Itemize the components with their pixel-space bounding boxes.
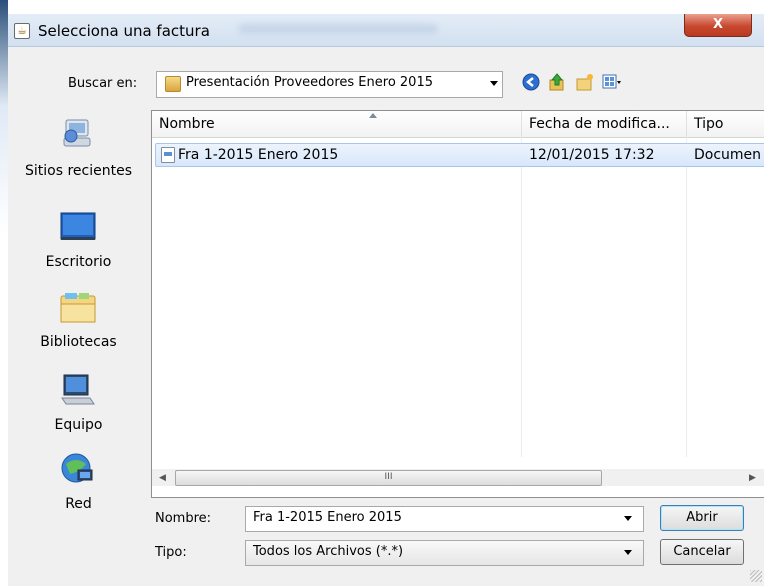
back-icon[interactable] xyxy=(521,72,541,92)
cancel-button[interactable]: Cancelar xyxy=(660,539,744,565)
scroll-left-icon[interactable]: ◀ xyxy=(159,473,166,483)
new-folder-icon[interactable] xyxy=(575,72,595,92)
java-app-icon: ☕ xyxy=(14,23,30,39)
resize-grip[interactable] xyxy=(750,570,762,582)
place-label-computer: Equipo xyxy=(54,417,103,433)
libraries-icon xyxy=(60,290,96,326)
place-label-desktop: Escritorio xyxy=(45,254,112,270)
column-guide xyxy=(686,137,687,457)
file-modified-cell: 12/01/2015 17:32 xyxy=(529,147,655,163)
chevron-down-icon xyxy=(490,81,498,86)
column-header-modified[interactable]: Fecha de modifica... xyxy=(522,111,686,138)
look-in-combo[interactable]: Presentación Proveedores Enero 2015 xyxy=(156,71,503,98)
document-file-icon xyxy=(161,147,175,163)
place-label-network: Red xyxy=(65,496,92,512)
file-type-label: Tipo: xyxy=(155,545,187,560)
up-folder-icon[interactable] xyxy=(547,72,567,92)
chevron-down-icon xyxy=(624,550,632,555)
desktop-icon xyxy=(60,209,96,245)
chevron-down-icon[interactable] xyxy=(624,516,632,521)
place-desktop[interactable]: Escritorio xyxy=(8,209,149,289)
dialog-title: Selecciona una factura xyxy=(38,22,210,40)
sort-ascending-icon xyxy=(369,113,377,118)
file-type-value: Todos los Archivos (*.*) xyxy=(253,544,404,559)
file-name-label: Nombre: xyxy=(155,511,212,526)
place-label-recent: Sitios recientes xyxy=(25,163,132,179)
file-type-select[interactable]: Todos los Archivos (*.*) xyxy=(245,540,644,566)
scroll-right-icon[interactable]: ▶ xyxy=(749,473,756,483)
view-menu-icon[interactable] xyxy=(602,72,622,92)
open-button[interactable]: Abrir xyxy=(660,505,744,531)
recent-places-icon xyxy=(60,116,96,152)
scroll-thumb[interactable]: III xyxy=(175,470,602,486)
place-libraries[interactable]: Bibliotecas xyxy=(8,290,149,370)
place-network[interactable]: Red xyxy=(8,452,149,532)
desktop-background xyxy=(0,0,8,586)
look-in-value: Presentación Proveedores Enero 2015 xyxy=(186,75,433,90)
file-row[interactable]: Fra 1-2015 Enero 2015 12/01/2015 17:32 D… xyxy=(155,143,764,167)
place-label-libraries: Bibliotecas xyxy=(40,334,117,350)
column-header-name[interactable]: Nombre xyxy=(152,111,521,138)
folder-icon xyxy=(165,76,181,92)
file-name-input[interactable]: Fra 1-2015 Enero 2015 xyxy=(245,506,644,532)
place-computer[interactable]: Equipo xyxy=(8,372,149,452)
column-guide xyxy=(521,137,522,457)
file-name-value: Fra 1-2015 Enero 2015 xyxy=(253,510,402,525)
place-recent[interactable]: Sitios recientes xyxy=(8,116,149,196)
file-type-cell: Documen xyxy=(694,147,762,163)
file-name-cell: Fra 1-2015 Enero 2015 xyxy=(178,147,339,163)
places-bar: Sitios recientes Escritorio Bibliotecas … xyxy=(8,104,149,512)
horizontal-scrollbar[interactable]: ◀ III ▶ xyxy=(152,469,764,486)
title-bar: ☕ Selecciona una factura X xyxy=(8,14,764,47)
computer-icon xyxy=(60,372,96,408)
file-list[interactable]: Nombre Fecha de modifica... Tipo Fra 1-2… xyxy=(151,110,764,498)
column-header-type[interactable]: Tipo xyxy=(687,111,764,138)
look-in-label: Buscar en: xyxy=(68,76,138,91)
network-icon xyxy=(60,452,96,488)
close-button[interactable]: X xyxy=(684,14,752,37)
file-chooser-dialog: ☕ Selecciona una factura X Buscar en: Pr… xyxy=(8,14,764,586)
